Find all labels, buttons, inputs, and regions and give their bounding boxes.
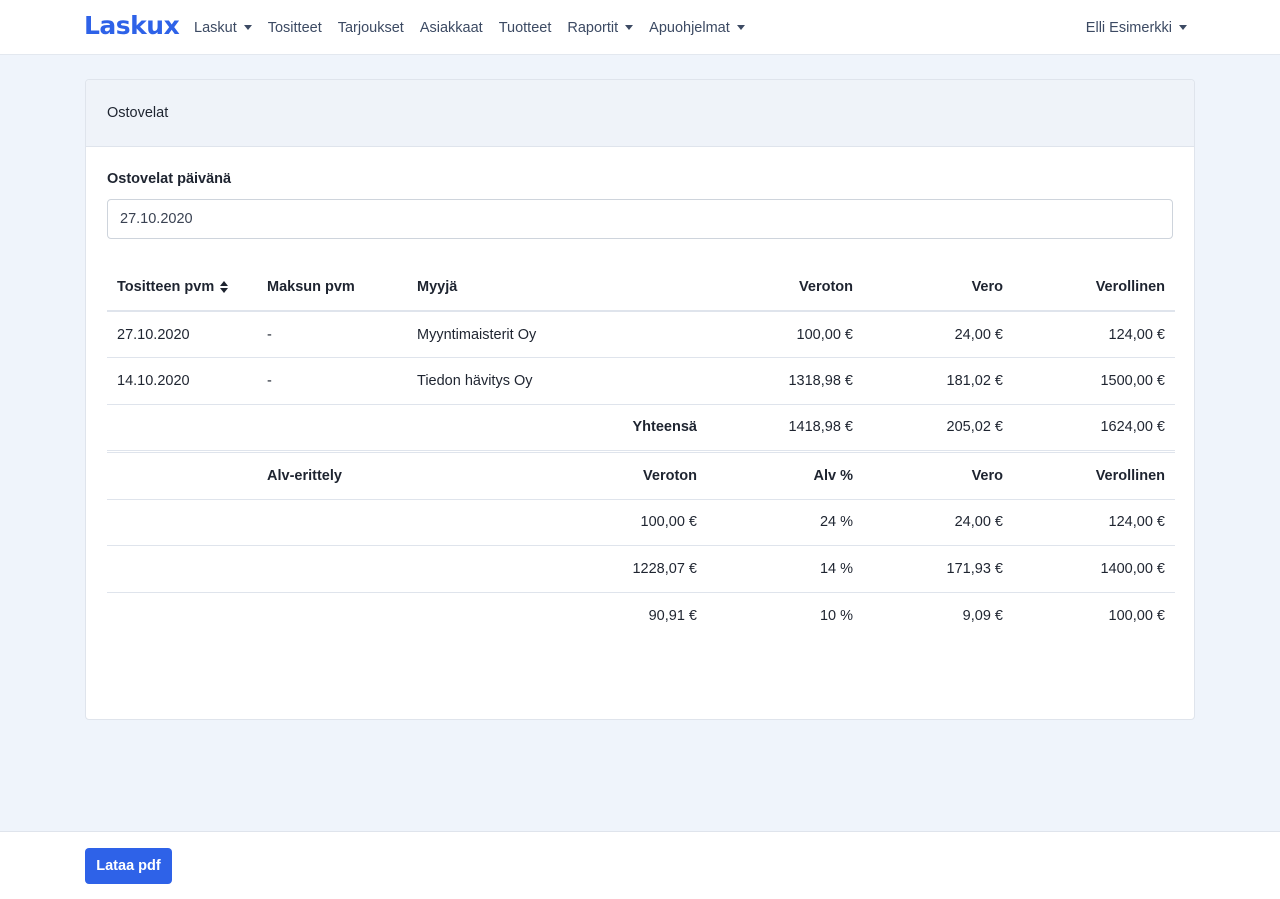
cell-date: 14.10.2020	[107, 357, 257, 405]
vat-col-net: Veroton	[407, 452, 707, 500]
nav-item-apuohjelmat[interactable]: Apuohjelmat	[649, 20, 745, 36]
total-gross: 1624,00 €	[1013, 404, 1175, 451]
cell-date: 27.10.2020	[107, 311, 257, 358]
table-row: 27.10.2020 - Myyntimaisterit Oy 100,00 €…	[107, 311, 1175, 358]
vat-cell-tax: 171,93 €	[863, 545, 1013, 593]
user-menu[interactable]: Elli Esimerkki	[1086, 0, 1187, 55]
vat-cell-rate: 14 %	[707, 545, 863, 593]
vat-col-gross: Verollinen	[1013, 452, 1175, 500]
col-header-label: Tositteen pvm	[117, 279, 215, 295]
nav-item-label: Raportit	[567, 19, 619, 36]
caret-down-icon	[625, 25, 634, 30]
vat-cell-gross: 124,00 €	[1013, 499, 1175, 546]
payables-card: Ostovelat Ostovelat päivänä Tositteen pv…	[85, 79, 1195, 720]
footer-bar: Lataa pdf	[0, 831, 1280, 899]
table-row: 1228,07 € 14 % 171,93 € 1400,00 €	[107, 545, 1175, 593]
top-navbar: Laskux Laskut Tositteet Tarjoukset Asiak…	[0, 0, 1280, 55]
table-header-row: Tositteen pvm Maksun pvm Myyjä Veroton V…	[107, 264, 1175, 312]
cell-payment-date: -	[257, 311, 407, 358]
nav-item-tuotteet[interactable]: Tuotteet	[499, 20, 552, 36]
cell-gross: 1500,00 €	[1013, 357, 1175, 405]
table-row: 100,00 € 24 % 24,00 € 124,00 €	[107, 499, 1175, 546]
table-row: 14.10.2020 - Tiedon hävitys Oy 1318,98 €…	[107, 357, 1175, 405]
caret-down-icon	[243, 25, 252, 30]
cell-net: 100,00 €	[707, 311, 863, 358]
col-header-tax: Vero	[863, 264, 1013, 312]
total-label: Yhteensä	[407, 404, 707, 451]
vat-header-row: Alv-erittely Veroton Alv % Vero Verollin…	[107, 452, 1175, 500]
vat-cell-rate: 24 %	[707, 499, 863, 546]
vat-cell-tax: 9,09 €	[962, 607, 1003, 624]
cell-seller: Myyntimaisterit Oy	[407, 311, 707, 358]
sort-icon[interactable]	[220, 281, 229, 294]
cell-payment-date: -	[257, 357, 407, 405]
col-header-date[interactable]: Tositteen pvm	[107, 264, 257, 312]
total-net: 1418,98 €	[707, 404, 863, 451]
brand-logo[interactable]: Laskux	[84, 10, 180, 42]
vat-cell-gross: 1400,00 €	[1013, 545, 1175, 593]
vat-cell-net: 100,00 €	[407, 499, 707, 546]
card-header: Ostovelat	[86, 80, 1194, 147]
download-pdf-button[interactable]: Lataa pdf	[85, 848, 172, 884]
vat-cell-tax: 24,00 €	[863, 499, 1013, 546]
user-name: Elli Esimerkki	[1085, 19, 1172, 36]
date-input[interactable]	[107, 199, 1173, 239]
col-header-gross: Verollinen	[1013, 264, 1175, 312]
total-tax: 205,02 €	[863, 404, 1013, 451]
cell-net: 1318,98 €	[707, 357, 863, 405]
nav-item-laskut[interactable]: Laskut	[194, 20, 252, 36]
vat-cell-rate: 10 %	[819, 607, 853, 624]
date-field-label: Ostovelat päivänä	[107, 171, 232, 187]
col-header-net: Veroton	[707, 264, 863, 312]
nav-item-label: Asiakkaat	[419, 19, 483, 36]
cell-gross: 124,00 €	[1013, 311, 1175, 358]
nav-item-label: Tarjoukset	[337, 19, 404, 36]
vat-cell-net: 90,91 €	[648, 607, 697, 624]
main-nav: Laskut Tositteet Tarjoukset Asiakkaat Tu…	[194, 0, 761, 55]
nav-item-asiakkaat[interactable]: Asiakkaat	[420, 20, 483, 36]
cell-seller: Tiedon hävitys Oy	[407, 357, 707, 405]
nav-item-label: Tuotteet	[498, 19, 552, 36]
vat-col-rate: Alv %	[707, 452, 863, 500]
nav-item-tositteet[interactable]: Tositteet	[268, 20, 322, 36]
nav-item-label: Laskut	[194, 19, 237, 36]
card-title: Ostovelat	[107, 105, 169, 121]
nav-item-label: Tositteet	[267, 19, 322, 36]
vat-col-tax: Vero	[863, 452, 1013, 500]
total-row: Yhteensä 1418,98 € 205,02 € 1624,00 €	[107, 404, 1175, 451]
vat-breakdown-table: Alv-erittely Veroton Alv % Vero Verollin…	[107, 452, 1175, 639]
nav-item-tarjoukset[interactable]: Tarjoukset	[338, 20, 404, 36]
vat-title: Alv-erittely	[257, 452, 407, 500]
caret-down-icon	[736, 25, 745, 30]
vat-cell-gross: 100,00 €	[1108, 607, 1165, 624]
cell-tax: 24,00 €	[863, 311, 1013, 358]
col-header-seller: Myyjä	[407, 264, 707, 312]
payables-table: Tositteen pvm Maksun pvm Myyjä Veroton V…	[107, 264, 1175, 451]
caret-down-icon	[1179, 25, 1187, 30]
vat-cell-net: 1228,07 €	[407, 545, 707, 593]
nav-item-raportit[interactable]: Raportit	[567, 19, 634, 36]
nav-item-label: Apuohjelmat	[649, 19, 730, 36]
table-row: 90,91 € 10 % 9,09 € 100,00 €	[107, 592, 1175, 639]
col-header-payment-date: Maksun pvm	[257, 264, 407, 312]
cell-tax: 181,02 €	[863, 357, 1013, 405]
